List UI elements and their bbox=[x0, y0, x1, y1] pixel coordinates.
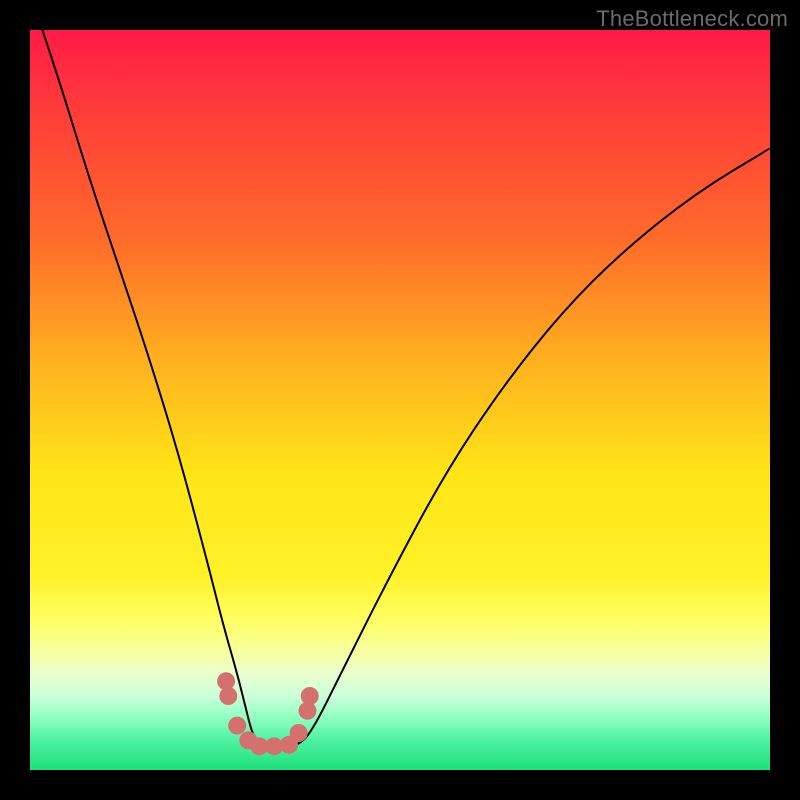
data-point bbox=[290, 724, 308, 742]
bottleneck-curve bbox=[34, 0, 770, 746]
data-point bbox=[301, 687, 319, 705]
data-point bbox=[228, 717, 246, 735]
chart-plot-area bbox=[30, 30, 770, 770]
watermark-text: TheBottleneck.com bbox=[596, 6, 788, 32]
data-point bbox=[219, 687, 237, 705]
data-points-group bbox=[217, 672, 319, 755]
chart-svg bbox=[30, 30, 770, 770]
